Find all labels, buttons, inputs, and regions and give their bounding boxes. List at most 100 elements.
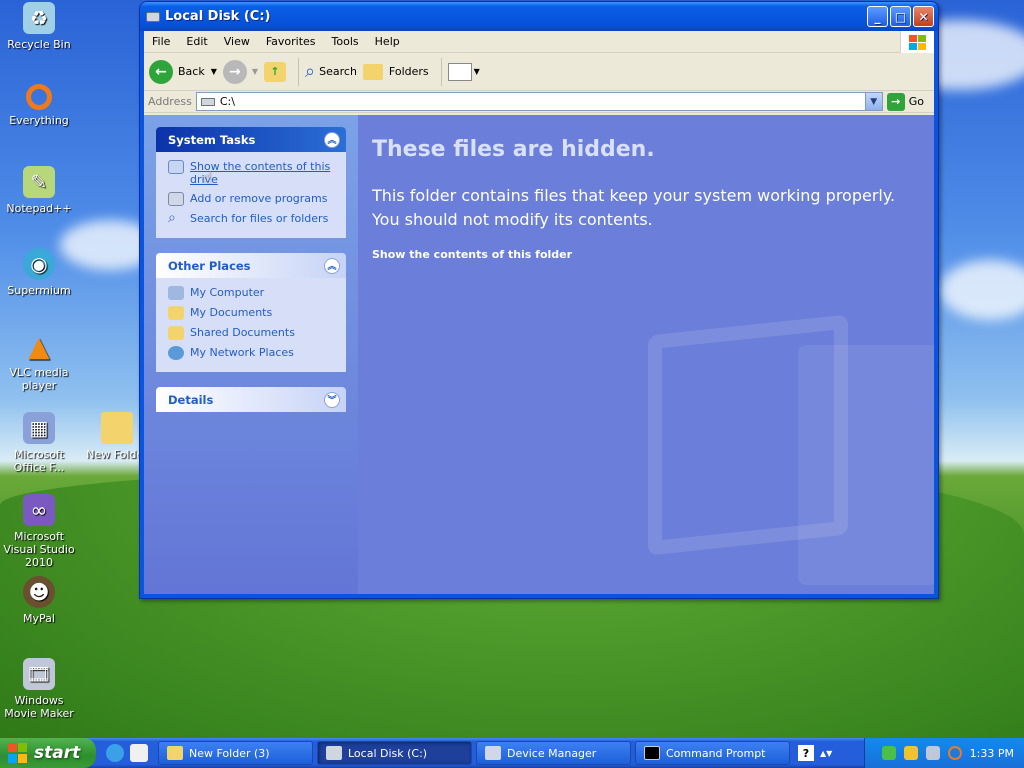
forward-dropdown-icon[interactable]: ▼: [252, 67, 258, 76]
visual-studio-icon: ∞: [23, 494, 55, 526]
menu-file[interactable]: File: [144, 35, 178, 48]
desktop-icon-office[interactable]: ▦ Microsoft Office F...: [0, 412, 78, 474]
hidden-files-message: This folder contains files that keep you…: [372, 186, 896, 229]
taskbar-new-folder[interactable]: New Folder (3): [158, 741, 313, 765]
taskbar-local-disk[interactable]: Local Disk (C:): [317, 741, 472, 765]
clock[interactable]: 1:33 PM: [970, 747, 1014, 760]
drive-icon: [326, 746, 342, 760]
tray-app-icon[interactable]: [925, 746, 940, 760]
vlc-icon: ▲: [28, 329, 50, 363]
details-header[interactable]: Details ︾: [156, 387, 346, 412]
my-network-places-link[interactable]: My Network Places: [168, 346, 336, 360]
internet-explorer-icon[interactable]: [106, 744, 124, 762]
desktop-icon-supermium[interactable]: ◉ Supermium: [0, 248, 78, 297]
views-dropdown-icon: ▼: [473, 67, 480, 76]
search-files-link[interactable]: ⌕ Search for files or folders: [168, 211, 336, 226]
system-tasks-header[interactable]: System Tasks ︽: [156, 127, 346, 152]
drive-icon: [200, 97, 215, 106]
collapse-chevron-icon[interactable]: ︽: [324, 257, 340, 274]
address-input[interactable]: C:\ ▼: [195, 92, 883, 111]
network-places-icon: [168, 346, 184, 360]
back-arrow-icon: ←: [149, 59, 173, 84]
hidden-files-pane: These files are hidden. This folder cont…: [358, 115, 934, 594]
title-bar[interactable]: Local Disk (C:) _ □ ✕: [140, 2, 938, 31]
search-icon: ⌕: [305, 61, 316, 82]
other-places-header[interactable]: Other Places ︽: [156, 253, 346, 278]
everything-tray-icon[interactable]: [947, 746, 962, 760]
notepad-plus-plus-icon: ✎: [23, 166, 55, 198]
expand-chevron-icon[interactable]: ︾: [324, 391, 340, 408]
desktop-icon-mypal[interactable]: ☻ MyPal: [0, 576, 78, 625]
other-places-panel: Other Places ︽ My Computer My Documents: [156, 253, 346, 372]
desktop-icon-vlc[interactable]: ▲ VLC media player: [0, 330, 78, 392]
device-manager-icon: [485, 746, 501, 760]
views-button[interactable]: ▼: [447, 62, 480, 81]
network-icon[interactable]: [881, 746, 896, 760]
my-computer-link[interactable]: My Computer: [168, 286, 336, 300]
up-folder-icon: ↑: [264, 61, 287, 82]
views-icon: [447, 62, 472, 81]
quick-launch-app-icon[interactable]: [130, 744, 148, 762]
desktop-icon-everything[interactable]: Everything: [0, 84, 78, 127]
supermium-icon: ◉: [23, 248, 55, 280]
my-computer-icon: [168, 286, 184, 300]
folders-button[interactable]: Folders: [362, 63, 429, 80]
menu-edit[interactable]: Edit: [178, 35, 215, 48]
office-icon: ▦: [23, 412, 55, 444]
taskbar-chevron-icon[interactable]: ▲▼: [820, 749, 832, 758]
go-button[interactable]: → Go: [886, 92, 924, 111]
toolbar-separator: [298, 57, 300, 86]
taskbar-device-manager[interactable]: Device Manager: [476, 741, 631, 765]
start-button[interactable]: start: [0, 738, 96, 768]
system-tray: 1:33 PM: [864, 738, 1024, 768]
address-label: Address: [148, 95, 192, 108]
desktop-icon-movie-maker[interactable]: 🎞 Windows Movie Maker: [0, 658, 78, 720]
show-folder-contents-link[interactable]: Show the contents of this folder: [372, 248, 934, 261]
windows-logo-icon: [900, 31, 934, 53]
menu-help[interactable]: Help: [367, 35, 408, 48]
go-arrow-icon: →: [886, 92, 905, 111]
menu-view[interactable]: View: [216, 35, 258, 48]
security-shield-icon[interactable]: [903, 746, 918, 760]
back-button[interactable]: ← Back ▼: [149, 59, 217, 84]
folders-icon: [362, 63, 383, 80]
taskbar: start New Folder (3) Local Disk (C:) Dev…: [0, 738, 1024, 768]
recycle-bin-icon: ♻: [23, 2, 55, 34]
address-dropdown-icon[interactable]: ▼: [864, 93, 882, 110]
shared-documents-icon: [168, 326, 184, 340]
command-prompt-icon: [644, 746, 660, 760]
back-dropdown-icon[interactable]: ▼: [211, 67, 217, 76]
desktop-icon-recycle-bin[interactable]: ♻ Recycle Bin: [0, 2, 78, 51]
my-documents-link[interactable]: My Documents: [168, 306, 336, 320]
my-documents-icon: [168, 306, 184, 320]
window-title: Local Disk (C:): [165, 9, 271, 24]
up-folder-button[interactable]: ↑: [264, 61, 287, 82]
search-button[interactable]: ⌕ Search: [305, 61, 357, 82]
mypal-icon: ☻: [23, 576, 55, 608]
add-remove-programs-link[interactable]: Add or remove programs: [168, 192, 336, 206]
help-icon[interactable]: ?: [798, 745, 814, 761]
menu-tools[interactable]: Tools: [324, 35, 367, 48]
minimize-button[interactable]: _: [867, 6, 888, 27]
toolbar: ← Back ▼ → ▼ ↑ ⌕ Search Folders ▼: [144, 53, 934, 91]
desktop-icon-visual-studio[interactable]: ∞ Microsoft Visual Studio 2010: [0, 494, 78, 569]
show-drive-contents-link[interactable]: Show the contents of this drive: [168, 160, 336, 186]
menu-bar: File Edit View Favorites Tools Help: [144, 31, 934, 53]
forward-button[interactable]: → ▼: [222, 59, 258, 84]
system-tasks-panel: System Tasks ︽ Show the contents of this…: [156, 127, 346, 238]
hand-cursor-icon: ☝: [203, 168, 213, 187]
collapse-chevron-icon[interactable]: ︽: [324, 131, 340, 148]
details-panel: Details ︾: [156, 387, 346, 412]
forward-arrow-icon: →: [222, 59, 247, 84]
desktop-icon-notepad-plus-plus[interactable]: ✎ Notepad++: [0, 166, 78, 215]
taskbar-command-prompt[interactable]: Command Prompt: [635, 741, 790, 765]
movie-maker-icon: 🎞: [23, 658, 55, 690]
address-bar: Address C:\ ▼ → Go: [144, 91, 934, 113]
menu-favorites[interactable]: Favorites: [258, 35, 324, 48]
everything-icon: [26, 84, 52, 110]
folder-icon: [101, 412, 133, 444]
shared-documents-link[interactable]: Shared Documents: [168, 326, 336, 340]
maximize-button[interactable]: □: [890, 6, 911, 27]
close-button[interactable]: ✕: [913, 6, 934, 27]
computer-watermark: [798, 345, 934, 585]
